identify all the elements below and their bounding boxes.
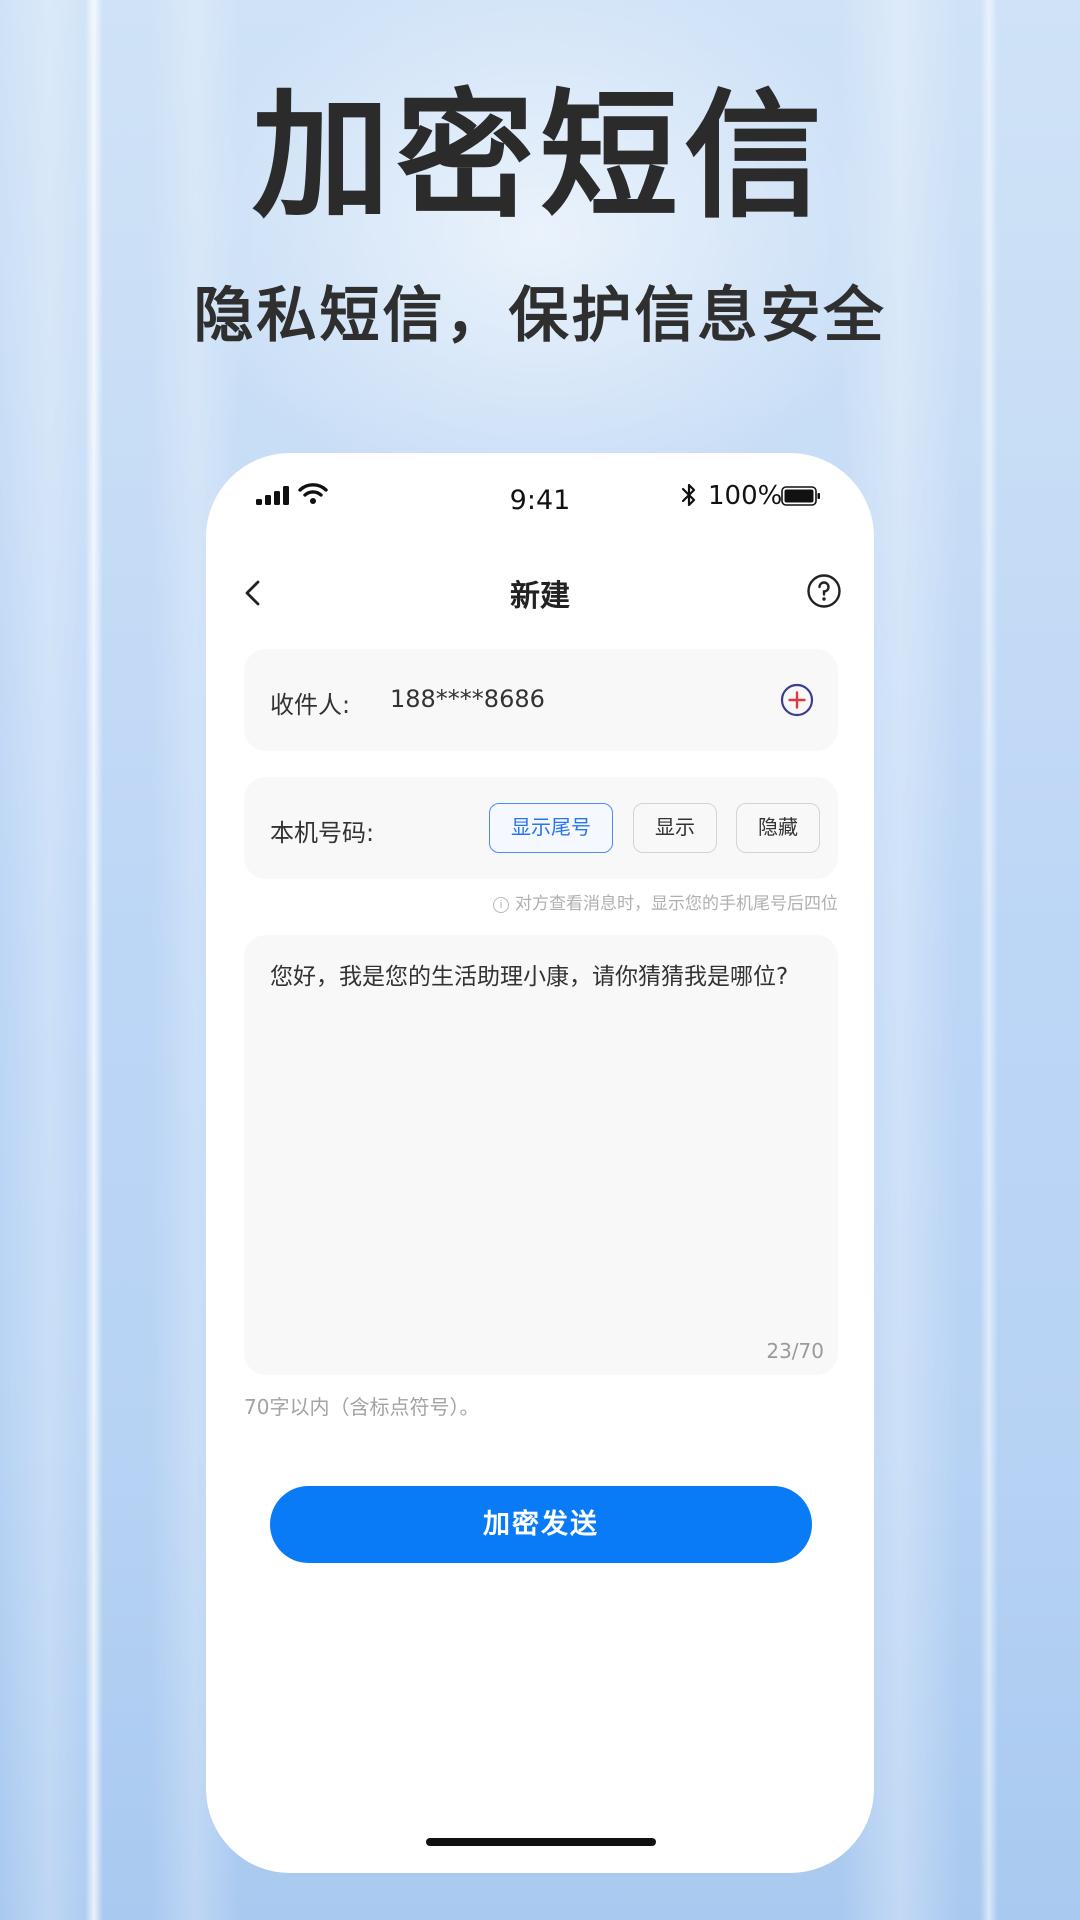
recipient-input[interactable]: 188****8686 [390, 685, 545, 713]
option-hide-button[interactable]: 隐藏 [736, 803, 820, 853]
message-textarea[interactable]: 您好，我是您的生活助理小康，请你猜猜我是哪位? 23/70 [244, 935, 838, 1375]
character-counter: 23/70 [766, 1339, 824, 1363]
home-indicator[interactable] [426, 1838, 656, 1846]
own-number-hint-text: 对方查看消息时，显示您的手机尾号后四位 [515, 894, 838, 914]
info-icon: i [493, 897, 509, 913]
status-bar: 9:41 100% [206, 453, 874, 543]
page-title: 新建 [510, 579, 570, 614]
battery-icon [781, 486, 820, 506]
length-limit-note: 70字以内（含标点符号）。 [244, 1395, 480, 1419]
battery-percentage: 100% [708, 481, 783, 511]
own-number-field: 本机号码: 显示尾号 显示 隐藏 [244, 777, 838, 879]
message-text[interactable]: 您好，我是您的生活助理小康，请你猜猜我是哪位? [270, 959, 820, 995]
encrypt-send-button[interactable]: 加密发送 [270, 1486, 812, 1563]
recipient-label: 收件人: [270, 691, 351, 719]
help-circle-icon[interactable] [804, 571, 844, 611]
phone-screen: 9:41 100% 新建 收件人: 188****8686 本机号码: 显示尾号… [206, 453, 874, 1873]
bluetooth-icon [681, 483, 696, 507]
add-circle-icon[interactable] [780, 683, 814, 717]
own-number-label: 本机号码: [270, 819, 375, 847]
hero-subtitle: 隐私短信，保护信息安全 [193, 281, 887, 351]
option-show-button[interactable]: 显示 [633, 803, 717, 853]
hero-title: 加密短信 [251, 76, 828, 237]
recipient-field[interactable]: 收件人: 188****8686 [244, 649, 838, 751]
own-number-hint: i 对方查看消息时，显示您的手机尾号后四位 [493, 889, 838, 914]
option-show-tail-button[interactable]: 显示尾号 [489, 803, 613, 853]
nav-bar: 新建 [206, 553, 874, 631]
